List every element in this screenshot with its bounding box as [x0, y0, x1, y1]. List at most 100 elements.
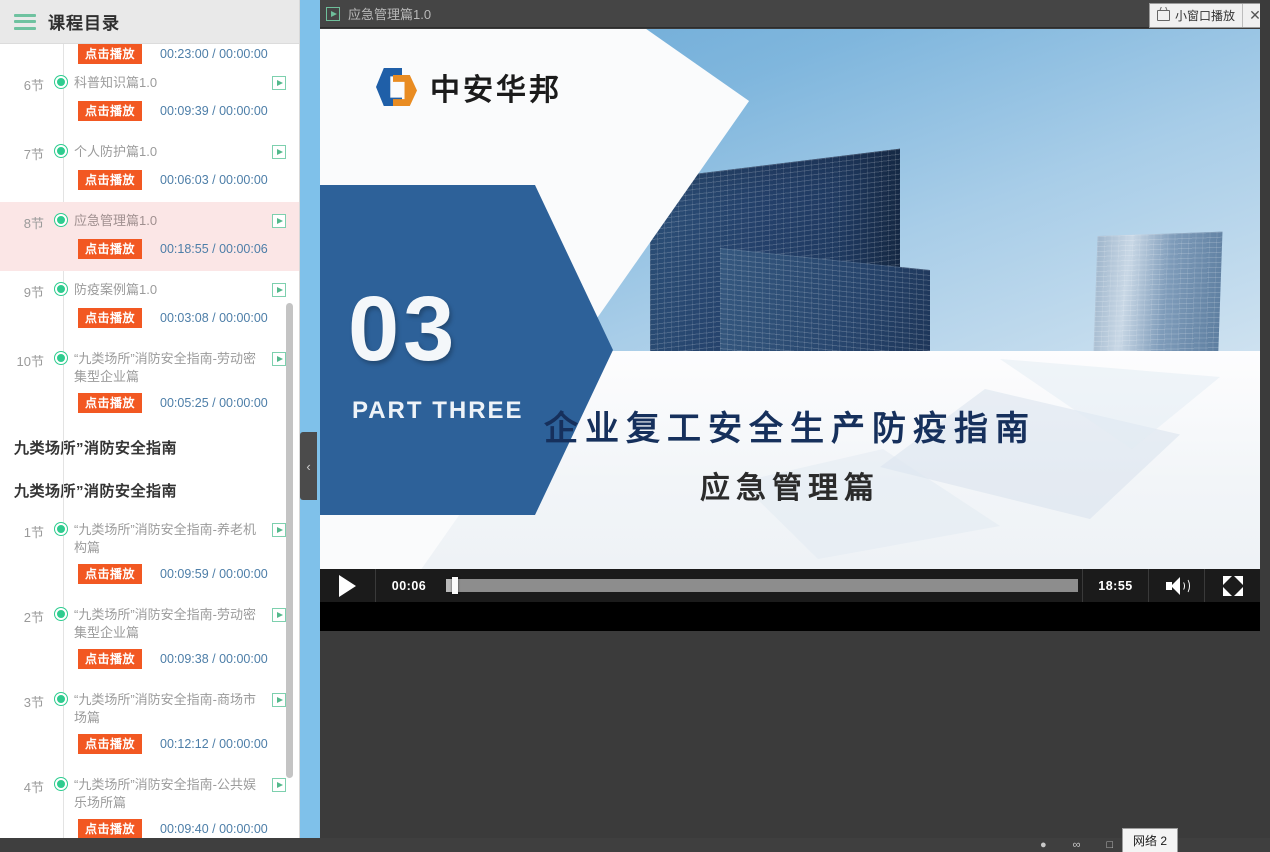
user-icon[interactable]: ●	[1040, 839, 1047, 851]
lesson-time: 00:18:55 / 00:00:06	[160, 242, 268, 256]
volume-button[interactable]	[1148, 569, 1204, 602]
current-time: 00:06	[376, 569, 442, 602]
section-header: 九类场所”消防安全指南	[0, 425, 300, 468]
status-dot-wrap	[48, 74, 74, 88]
sidebar-scrollbar-track[interactable]	[289, 48, 296, 846]
video-player-panel: 应急管理篇1.0 小窗口播放 ✕	[320, 0, 1270, 852]
lesson-time: 00:09:40 / 00:00:00	[160, 822, 268, 836]
player-topbar: 应急管理篇1.0 小窗口播放 ✕	[320, 0, 1270, 28]
lesson-number: 2节	[0, 606, 48, 626]
part-number: 03	[348, 283, 458, 375]
play-badge[interactable]: 点击播放	[78, 44, 142, 64]
lesson-time: 00:12:12 / 00:00:00	[160, 737, 268, 751]
status-dot-icon	[55, 693, 67, 705]
sidebar-collapse-handle[interactable]: ‹	[300, 432, 317, 500]
sidebar-edge-strip	[300, 0, 320, 852]
lesson-title: “九类场所”消防安全指南-养老机构篇	[74, 521, 272, 557]
list-item[interactable]: 3节 “九类场所”消防安全指南-商场市场篇 点击播放 00:12:12 / 00…	[0, 681, 300, 766]
lesson-title: 科普知识篇1.0	[74, 74, 272, 92]
lesson-number: 3节	[0, 691, 48, 711]
play-button[interactable]	[320, 569, 376, 602]
status-dot-icon	[55, 778, 67, 790]
status-dot-icon	[55, 283, 67, 295]
window-buttons: 小窗口播放 ✕	[1149, 3, 1268, 28]
hamburger-icon[interactable]	[14, 14, 36, 30]
progress-thumb[interactable]	[452, 577, 458, 594]
progress-bar[interactable]	[442, 569, 1082, 602]
play-box-icon[interactable]	[272, 778, 286, 792]
list-item[interactable]: 6节 科普知识篇1.0 点击播放 00:09:39 / 00:00:00	[0, 64, 300, 133]
video-stage[interactable]: 03 PART THREE 中安华邦 企业复工安全生产防疫指南 应急管理篇	[320, 29, 1260, 569]
status-dot-icon	[55, 76, 67, 88]
list-item[interactable]: 10节 “九类场所”消防安全指南-劳动密集型企业篇 点击播放 00:05:25 …	[0, 340, 300, 425]
status-dot-icon	[55, 352, 67, 364]
lesson-title: 个人防护篇1.0	[74, 143, 272, 161]
play-badge[interactable]: 点击播放	[78, 564, 142, 584]
lesson-time: 00:09:59 / 00:00:00	[160, 567, 268, 581]
status-dot-wrap	[48, 212, 74, 226]
lesson-time: 00:23:00 / 00:00:00	[160, 47, 268, 61]
lesson-title: “九类场所”消防安全指南-公共娱乐场所篇	[74, 776, 272, 812]
status-dot-wrap	[48, 521, 74, 535]
taskbar: ● ∞ □ ?	[0, 838, 1270, 852]
status-dot-wrap	[48, 350, 74, 364]
lesson-time: 00:05:25 / 00:00:00	[160, 396, 268, 410]
list-item-active[interactable]: 8节 应急管理篇1.0 点击播放 00:18:55 / 00:00:06	[0, 202, 300, 271]
monitor-icon[interactable]: □	[1107, 839, 1114, 851]
status-dot-icon	[55, 214, 67, 226]
company-name: 中安华邦	[430, 65, 562, 109]
document-title: 应急管理篇1.0	[348, 4, 431, 23]
play-box-icon[interactable]	[272, 693, 286, 707]
status-dot-wrap	[48, 143, 74, 157]
list-item[interactable]: 2节 “九类场所”消防安全指南-劳动密集型企业篇 点击播放 00:09:38 /…	[0, 596, 300, 681]
page-title: 课程目录	[48, 9, 120, 34]
play-box-icon[interactable]	[272, 145, 286, 159]
play-box-icon[interactable]	[272, 214, 286, 228]
lesson-list: 点击播放 00:23:00 / 00:00:00 6节 科普知识篇1.0 点击播…	[0, 44, 300, 852]
play-box-icon[interactable]	[272, 76, 286, 90]
chevron-left-icon: ‹	[306, 460, 310, 473]
lesson-list-viewport[interactable]: 点击播放 00:23:00 / 00:00:00 6节 科普知识篇1.0 点击播…	[0, 44, 300, 852]
lesson-title: “九类场所”消防安全指南-劳动密集型企业篇	[74, 606, 272, 642]
play-badge[interactable]: 点击播放	[78, 170, 142, 190]
list-item-partial[interactable]: 点击播放 00:23:00 / 00:00:00	[0, 44, 300, 64]
play-box-icon[interactable]	[272, 283, 286, 297]
list-item[interactable]: 7节 个人防护篇1.0 点击播放 00:06:03 / 00:00:00	[0, 133, 300, 202]
progress-track[interactable]	[446, 579, 1078, 592]
link-icon[interactable]: ∞	[1073, 839, 1081, 851]
play-badge[interactable]: 点击播放	[78, 308, 142, 328]
lesson-number: 10节	[0, 350, 48, 370]
sidebar-scrollbar-thumb[interactable]	[286, 303, 293, 778]
lesson-title: 应急管理篇1.0	[74, 212, 272, 230]
monitor-icon	[1157, 10, 1170, 21]
play-badge[interactable]: 点击播放	[78, 649, 142, 669]
lesson-number: 6节	[0, 74, 48, 94]
lesson-time: 00:06:03 / 00:00:00	[160, 173, 268, 187]
small-window-play-button[interactable]: 小窗口播放	[1150, 4, 1243, 27]
volume-icon	[1166, 577, 1188, 595]
list-item[interactable]: 1节 “九类场所”消防安全指南-养老机构篇 点击播放 00:09:59 / 00…	[0, 511, 300, 596]
status-dot-wrap	[48, 281, 74, 295]
play-badge[interactable]: 点击播放	[78, 239, 142, 259]
play-box-icon[interactable]	[272, 523, 286, 537]
play-badge[interactable]: 点击播放	[78, 819, 142, 839]
section-header: 九类场所”消防安全指南	[0, 468, 300, 511]
company-hexagon-logo-icon	[376, 66, 418, 108]
play-badge[interactable]: 点击播放	[78, 734, 142, 754]
fullscreen-button[interactable]	[1204, 569, 1260, 602]
lesson-title: “九类场所”消防安全指南-劳动密集型企业篇	[74, 350, 272, 386]
lesson-number: 1节	[0, 521, 48, 541]
lesson-number: 9节	[0, 281, 48, 301]
video-controls-bar: 00:06 18:55	[320, 569, 1260, 602]
play-box-icon[interactable]	[272, 352, 286, 366]
sidebar-header: 课程目录	[0, 0, 300, 44]
lesson-time: 00:09:38 / 00:00:00	[160, 652, 268, 666]
network-tooltip: 网络 2	[1122, 828, 1178, 852]
list-item[interactable]: 9节 防疫案例篇1.0 点击播放 00:03:08 / 00:00:00	[0, 271, 300, 340]
play-badge[interactable]: 点击播放	[78, 101, 142, 121]
slide-subtitle: 应急管理篇	[320, 463, 1260, 507]
status-dot-wrap	[48, 606, 74, 620]
status-dot-wrap	[48, 776, 74, 790]
play-box-icon[interactable]	[272, 608, 286, 622]
play-badge[interactable]: 点击播放	[78, 393, 142, 413]
